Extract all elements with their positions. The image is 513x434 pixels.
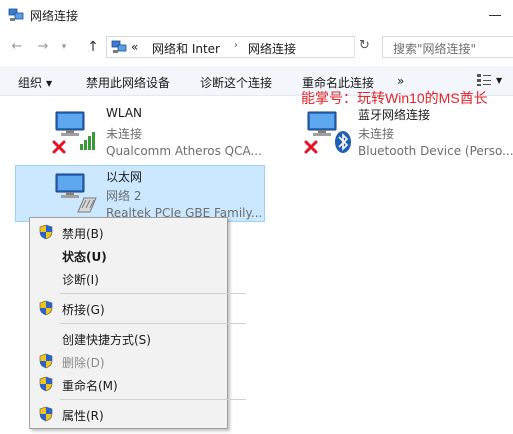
refresh-icon[interactable]: ↻: [354, 36, 374, 58]
menu-separator: [60, 399, 246, 400]
uac-shield-icon: [39, 406, 53, 422]
connection-item-wlan[interactable]: WLAN 未连接 Qualcomm Atheros QCA...: [16, 104, 264, 160]
search-placeholder: 搜索"网络连接": [393, 42, 477, 56]
address-bar[interactable]: « 网络和 Inter › 网络连接 ▾: [106, 36, 374, 58]
recent-locations-chevron-icon[interactable]: ▾: [58, 38, 70, 56]
view-options-caret-icon[interactable]: ▼: [496, 76, 502, 85]
ethernet-network-icon: [55, 173, 97, 213]
forward-arrow-icon[interactable]: →: [34, 38, 52, 56]
navigation-bar: ← → ▾ ↑ « 网络和 Inter › 网络连接 ▾ ↻ 搜索"网络连接": [0, 32, 513, 62]
connection-name: 蓝牙网络连接: [358, 108, 431, 122]
context-menu: 禁用(B) 状态(U) 诊断(I) 桥接(G) 创建快捷方式(S) 删除(D) …: [29, 217, 246, 429]
menu-item-diagnose[interactable]: 诊断(I): [32, 267, 225, 289]
window-title: 网络连接: [30, 9, 79, 23]
up-arrow-icon[interactable]: ↑: [84, 38, 102, 56]
minimize-button[interactable]: [489, 6, 501, 20]
disable-device-button[interactable]: 禁用此网络设备: [86, 74, 170, 91]
search-input[interactable]: 搜索"网络连接": [382, 36, 513, 58]
network-connections-icon: [8, 8, 24, 21]
connection-device: Qualcomm Atheros QCA...: [106, 144, 262, 158]
breadcrumb-network-connections[interactable]: 网络连接: [248, 40, 296, 57]
menu-item-delete: 删除(D): [32, 350, 225, 372]
more-commands-button[interactable]: »: [397, 74, 404, 88]
menu-item-create-shortcut[interactable]: 创建快捷方式(S): [32, 327, 225, 349]
uac-shield-icon: [39, 224, 53, 240]
organize-caret-icon: ▼: [46, 79, 53, 88]
connection-name: WLAN: [106, 106, 143, 120]
uac-shield-icon: [39, 353, 53, 369]
breadcrumb-network-internet[interactable]: 网络和 Inter: [152, 40, 220, 57]
error-x-icon: [304, 140, 318, 154]
diagnose-connection-button[interactable]: 诊断这个连接: [200, 74, 272, 91]
back-arrow-icon[interactable]: ←: [8, 38, 26, 56]
menu-item-properties[interactable]: 属性(R): [32, 403, 225, 425]
connection-status: 未连接: [106, 127, 143, 141]
menu-separator: [60, 293, 246, 294]
menu-item-disable[interactable]: 禁用(B): [32, 221, 225, 243]
title-bar: 网络连接: [0, 0, 513, 32]
menu-item-status[interactable]: 状态(U): [32, 244, 225, 266]
menu-separator: [60, 323, 246, 324]
uac-shield-icon: [39, 300, 53, 316]
menu-item-bridge[interactable]: 桥接(G): [32, 297, 225, 319]
control-panel-icon: [111, 40, 127, 53]
connection-device: Bluetooth Device (Perso...: [358, 144, 513, 158]
uac-shield-icon: [39, 376, 53, 392]
connection-status: 网络 2: [106, 189, 142, 203]
error-x-icon: [52, 140, 66, 154]
connection-status: 未连接: [358, 127, 395, 141]
change-view-icon[interactable]: [476, 73, 492, 87]
connection-name: 以太网: [106, 170, 143, 184]
connection-item-ethernet[interactable]: 以太网 网络 2 Realtek PCIe GBE Family...: [15, 165, 265, 222]
connection-item-bluetooth[interactable]: 蓝牙网络连接 未连接 Bluetooth Device (Perso...: [268, 104, 513, 160]
breadcrumb-overflow[interactable]: «: [131, 40, 138, 54]
organize-menu[interactable]: 组织 ▼: [18, 74, 52, 91]
breadcrumb-chevron-icon[interactable]: ›: [234, 40, 238, 51]
menu-item-rename[interactable]: 重命名(M): [32, 373, 225, 395]
